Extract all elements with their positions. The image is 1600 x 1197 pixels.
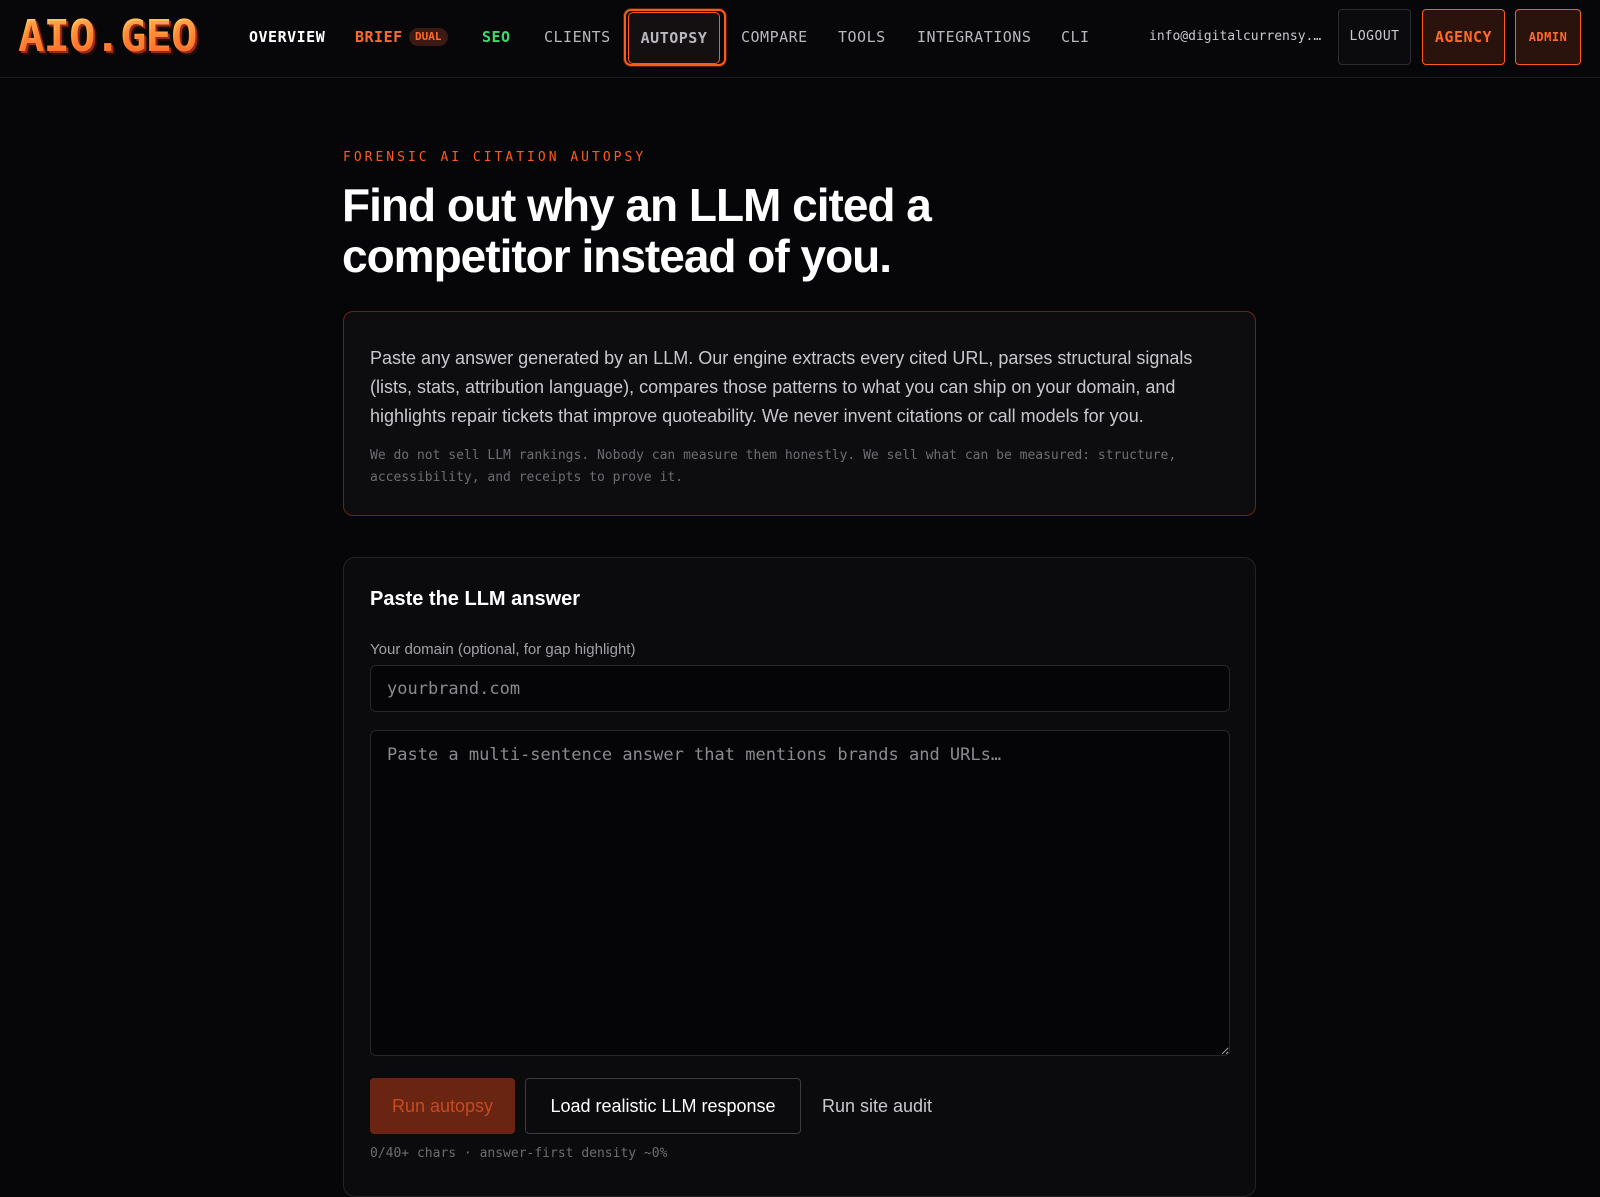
domain-input[interactable]: [370, 665, 1230, 712]
nav-clients[interactable]: CLIENTS: [544, 23, 611, 51]
nav-tools[interactable]: TOOLS: [838, 23, 886, 51]
user-email: info@digitalcurrensy.c…: [1149, 29, 1327, 44]
llm-answer-textarea[interactable]: [370, 730, 1230, 1056]
brief-dual-badge: DUAL: [409, 28, 448, 46]
logout-button[interactable]: LOGOUT: [1338, 9, 1411, 65]
domain-field-label: Your domain (optional, for gap highlight…: [370, 641, 636, 658]
autopsy-form-card: Paste the LLM answer Your domain (option…: [343, 557, 1256, 1197]
nav-compare[interactable]: COMPARE: [741, 23, 808, 51]
nav-overview[interactable]: OVERVIEW: [249, 23, 325, 51]
intro-description: Paste any answer generated by an LLM. Ou…: [370, 348, 1193, 426]
char-count-status: 0/40+ chars · answer-first density ~0%: [370, 1146, 668, 1161]
page-eyebrow: FORENSIC AI CITATION AUTOPSY: [343, 150, 647, 165]
nav-brief[interactable]: BRIEF: [355, 23, 403, 51]
form-title: Paste the LLM answer: [370, 588, 581, 610]
top-nav: AIO.GEO OVERVIEW BRIEF DUAL SEO CLIENTS …: [0, 0, 1600, 78]
logo[interactable]: AIO.GEO: [18, 12, 197, 62]
nav-cli[interactable]: CLI: [1061, 23, 1090, 51]
intro-disclaimer: We do not sell LLM rankings. Nobody can …: [370, 448, 1177, 485]
agency-button[interactable]: AGENCY: [1422, 9, 1505, 65]
page-title: Find out why an LLM cited a competitor i…: [342, 179, 932, 282]
run-site-audit-button[interactable]: Run site audit: [809, 1078, 945, 1134]
load-sample-response-button[interactable]: Load realistic LLM response: [525, 1078, 801, 1134]
intro-card: Paste any answer generated by an LLM. Ou…: [343, 311, 1256, 516]
nav-seo[interactable]: SEO: [482, 23, 511, 51]
nav-integrations[interactable]: INTEGRATIONS: [917, 23, 1031, 51]
run-autopsy-button[interactable]: Run autopsy: [370, 1078, 515, 1134]
admin-button[interactable]: ADMIN: [1515, 9, 1581, 65]
nav-autopsy[interactable]: AUTOPSY: [628, 12, 720, 64]
